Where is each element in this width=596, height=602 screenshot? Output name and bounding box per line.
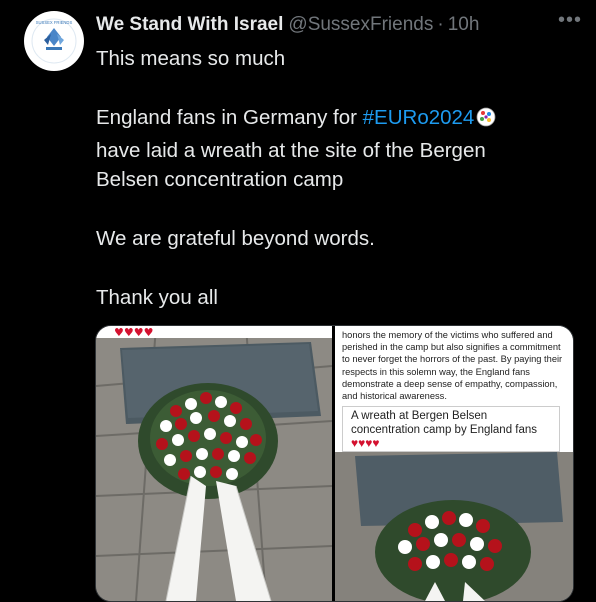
tweet-body: This means so much England fans in Germa… (96, 44, 566, 313)
hashtag-link[interactable]: #EURo2024 (363, 106, 475, 129)
photo-caption: A wreath at Bergen Belsen concentration … (342, 406, 560, 452)
caption-hearts: ♥♥♥♥ (351, 436, 380, 450)
svg-text:SUSSEX FRIENDS: SUSSEX FRIENDS (36, 20, 73, 25)
soccer-ball-icon (476, 106, 496, 136)
wreath-photo-small (335, 452, 573, 601)
media-grid: ♥♥♥♥ honors the memory of the victims wh… (95, 325, 574, 602)
user-handle[interactable]: @SussexFriends (288, 14, 433, 36)
tweet-line: England fans in Germany for #EURo2024 (96, 103, 566, 136)
tweet-line: have laid a wreath at the site of the Be… (96, 138, 486, 162)
tweet-line: Thank you all (96, 286, 218, 309)
tweet-line: Belsen concentration camp (96, 168, 344, 191)
avatar[interactable]: SUSSEX FRIENDS (24, 11, 84, 71)
tweet-line: We are grateful beyond words. (96, 227, 375, 250)
article-text: honors the memory of the victims who suf… (335, 326, 573, 404)
wreath-photo[interactable]: ♥♥♥♥ (96, 326, 332, 601)
sussex-friends-logo: SUSSEX FRIENDS (27, 14, 81, 68)
tweet-header: We Stand With Israel @SussexFriends · 10… (96, 9, 582, 38)
wreath-photo-illustration: ♥♥♥♥ (96, 326, 332, 601)
tweet-line: This means so much (96, 47, 286, 70)
display-name[interactable]: We Stand With Israel (96, 14, 283, 36)
caption-text: A wreath at Bergen Belsen concentration … (351, 410, 538, 436)
tweet-text: England fans in Germany for (96, 106, 363, 129)
timestamp[interactable]: 10h (448, 14, 480, 36)
wreath-photo-small-illustration (335, 452, 573, 601)
separator-dot: · (437, 14, 444, 35)
more-options-icon[interactable]: ••• (558, 9, 582, 32)
hearts-strip: ♥♥♥♥ (114, 326, 153, 339)
article-screenshot[interactable]: honors the memory of the victims who suf… (335, 326, 573, 601)
